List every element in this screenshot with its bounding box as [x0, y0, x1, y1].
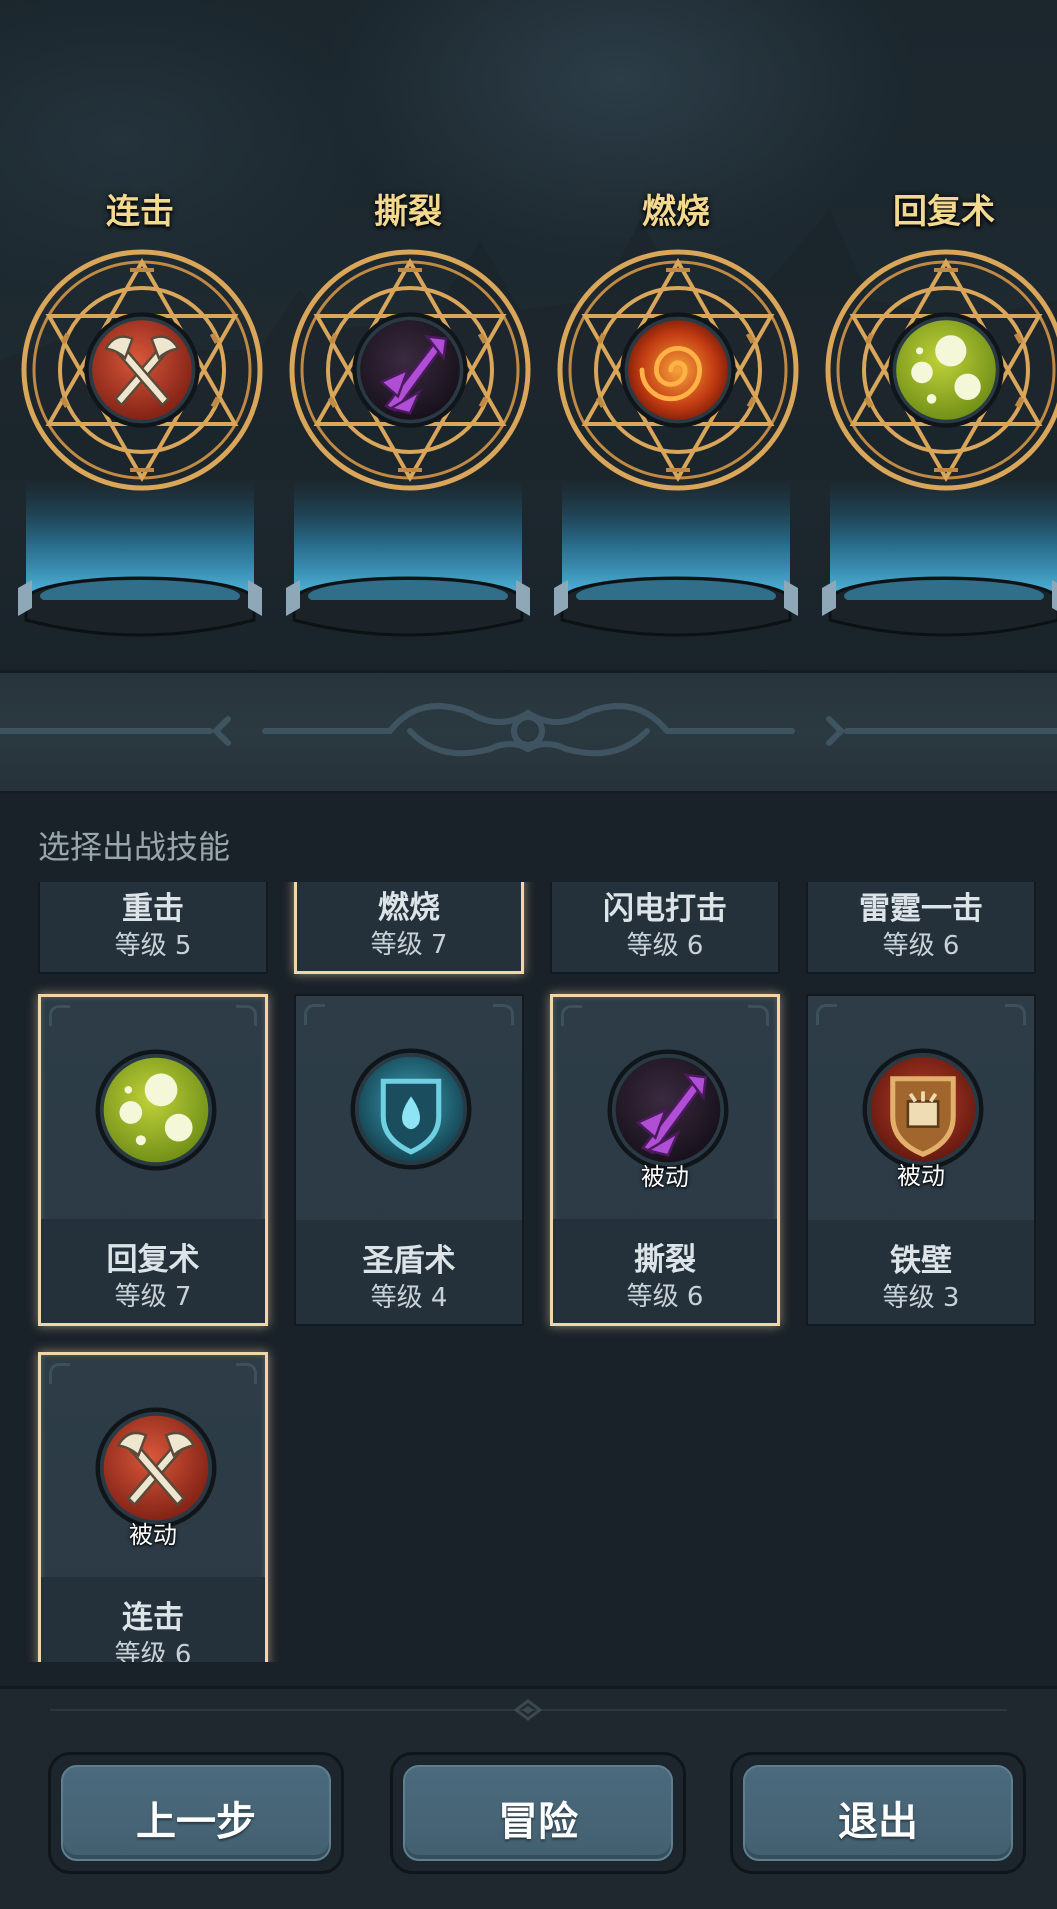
equipped-slot-2[interactable]: 撕裂 [274, 170, 542, 640]
equipped-slot-1[interactable]: 连击 [6, 170, 274, 640]
list-title: 选择出战技能 [38, 828, 231, 866]
skill-card[interactable]: 被动 连击 等级 6 [38, 1352, 268, 1662]
magic-circle [556, 248, 800, 492]
crossed-axes-icon [84, 312, 199, 427]
card-corner [493, 1004, 514, 1025]
card-corner [748, 1005, 769, 1026]
skill-card[interactable]: 燃烧 等级 7 [294, 882, 524, 974]
skill-level: 等级 6 [626, 1282, 704, 1312]
diamond-ornament-icon [514, 1699, 542, 1721]
passive-badge: 被动 [641, 1163, 689, 1191]
passive-badge: 被动 [897, 1162, 945, 1190]
pedestal [18, 480, 262, 637]
card-corner [304, 1004, 325, 1025]
ornament-flourish-icon [0, 703, 1057, 757]
card-corner [816, 1004, 837, 1025]
skill-level: 等级 6 [114, 1640, 192, 1662]
equipped-skill-name: 燃烧 [642, 192, 710, 232]
adventure-button-label: 冒险 [498, 1799, 578, 1845]
skill-name: 闪电打击 [603, 891, 727, 927]
pedestal [286, 480, 530, 637]
skill-card[interactable]: 被动 撕裂 等级 6 [550, 994, 780, 1326]
iron-fist-shield-icon [860, 1046, 986, 1172]
green-orbs-icon [888, 312, 1003, 427]
skill-card[interactable]: 闪电打击 等级 6 [550, 882, 780, 974]
pedestal [554, 480, 798, 637]
skill-name: 雷霆一击 [859, 891, 983, 927]
magic-circle [288, 248, 532, 492]
skill-list[interactable]: 重击 等级 5 燃烧 等级 7 闪电打击 等级 6 雷霆一击 等级 6 回复术 … [0, 882, 1057, 1662]
skill-level: 等级 7 [114, 1282, 192, 1312]
skill-card[interactable]: 被动 铁壁 等级 3 [806, 994, 1036, 1326]
skill-name: 回复术 [106, 1242, 200, 1278]
purple-blade-icon [352, 312, 467, 427]
skill-name: 重击 [122, 891, 184, 927]
equipped-skill-name: 撕裂 [374, 192, 442, 232]
equipped-skill-name: 连击 [106, 192, 174, 232]
ornament-divider [0, 670, 1057, 794]
skill-level: 等级 5 [114, 931, 192, 961]
skill-level: 等级 4 [370, 1283, 448, 1313]
adventure-button[interactable]: 冒险 [390, 1752, 686, 1874]
equipped-slot-4[interactable]: 回复术 [810, 170, 1057, 640]
equipped-skill-name: 回复术 [893, 192, 995, 232]
back-button[interactable]: 上一步 [48, 1752, 344, 1874]
magic-circle [20, 248, 264, 492]
purple-blade-icon [605, 1047, 731, 1173]
card-corner [236, 1005, 257, 1026]
crossed-axes-icon [93, 1405, 219, 1531]
fire-swirl-icon [620, 312, 735, 427]
equipped-slot-3[interactable]: 燃烧 [542, 170, 810, 640]
card-corner [49, 1005, 70, 1026]
card-corner [49, 1363, 70, 1384]
magic-circle [824, 248, 1057, 492]
skill-name: 燃烧 [378, 890, 440, 926]
skill-card[interactable]: 重击 等级 5 [38, 882, 268, 974]
skill-name: 撕裂 [634, 1242, 696, 1278]
skill-level: 等级 6 [882, 931, 960, 961]
card-corner [561, 1005, 582, 1026]
exit-button-label: 退出 [838, 1799, 918, 1845]
skill-name: 连击 [122, 1600, 184, 1636]
skill-name: 圣盾术 [362, 1243, 456, 1279]
pedestal [822, 480, 1057, 637]
skill-level: 等级 7 [370, 930, 448, 960]
skill-level: 等级 6 [626, 931, 704, 961]
passive-badge: 被动 [129, 1521, 177, 1549]
back-button-label: 上一步 [136, 1799, 256, 1845]
green-orbs-icon [93, 1047, 219, 1173]
skill-card[interactable]: 圣盾术 等级 4 [294, 994, 524, 1326]
skill-name: 铁壁 [890, 1243, 952, 1279]
skill-card[interactable]: 回复术 等级 7 [38, 994, 268, 1326]
skill-card[interactable]: 雷霆一击 等级 6 [806, 882, 1036, 974]
water-shield-icon [348, 1046, 474, 1172]
skill-level: 等级 3 [882, 1283, 960, 1313]
card-corner [1005, 1004, 1026, 1025]
exit-button[interactable]: 退出 [730, 1752, 1026, 1874]
card-corner [236, 1363, 257, 1384]
